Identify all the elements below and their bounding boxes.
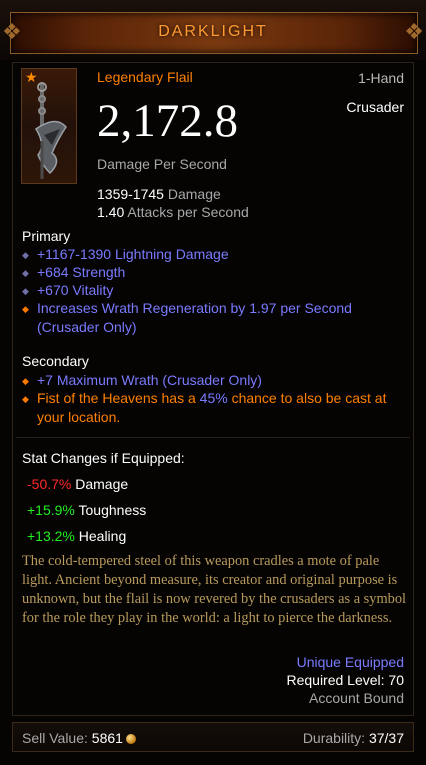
flail-icon (34, 82, 67, 179)
attack-speed: 1.40 Attacks per Second (97, 204, 249, 220)
primary-legendary-affix: ◆ Increases Wrath Regeneration by 1.97 pe… (22, 300, 352, 335)
primary-affix: ◆ +670 Vitality (22, 282, 114, 298)
secondary-legendary-affix: ◆ Fist of the Heavens has a 45% chance to… (22, 390, 387, 425)
item-tooltip: ❖ ❖ DARKLIGHT ★ Legendary Flail 1-Hand C… (0, 0, 426, 765)
secondary-affix: ◆ +7 Maximum Wrath (Crusader Only) (22, 372, 262, 388)
divider (16, 437, 410, 438)
account-bound: Account Bound (309, 690, 404, 706)
dps-label: Damage Per Second (97, 156, 227, 172)
damage-range-value: 1359-1745 (97, 186, 164, 202)
dps-value: 2,172.8 (97, 95, 238, 147)
primary-affix: ◆ +1167-1390 Lightning Damage (22, 246, 229, 262)
primary-affix: ◆ +684 Strength (22, 264, 126, 280)
durability: Durability: 37/37 (302, 730, 404, 746)
item-type: Legendary Flail (97, 69, 193, 85)
damage-range-label: Damage (167, 186, 221, 202)
attack-speed-value: 1.40 (97, 204, 125, 220)
legendary-bullet-icon: ◆ (22, 304, 29, 314)
stat-changes-heading: Stat Changes if Equipped: (22, 450, 185, 466)
diamond-bullet-icon: ◆ (22, 268, 29, 278)
flavor-text: The cold-tempered steel of this weapon c… (22, 553, 407, 626)
gold-coin-icon (125, 734, 136, 744)
stat-change-healing: +13.2% Healing (27, 528, 127, 544)
damage-range: 1359-1745 Damage (97, 186, 221, 202)
unique-equipped: Unique Equipped (296, 654, 404, 670)
diamond-bullet-icon: ◆ (22, 250, 29, 260)
class-restriction: Crusader (346, 99, 404, 115)
secondary-heading: Secondary (22, 353, 89, 369)
primary-heading: Primary (22, 228, 71, 244)
item-image: ★ (21, 68, 77, 184)
tooltip-header: ❖ ❖ DARKLIGHT (0, 0, 426, 60)
attack-speed-label: Attacks per Second (127, 204, 249, 220)
legendary-star-icon: ★ (25, 69, 38, 85)
diamond-bullet-icon: ◆ (22, 286, 29, 296)
required-level: Required Level: 70 (286, 672, 404, 688)
item-slot-type: 1-Hand (358, 70, 404, 86)
legendary-bullet-icon: ◆ (22, 394, 29, 404)
stat-change-toughness: +15.9% Toughness (27, 502, 147, 518)
legendary-bullet-icon: ◆ (22, 376, 29, 386)
sell-value: Sell Value: 5861 (22, 730, 136, 746)
stat-change-damage: -50.7% Damage (27, 476, 129, 492)
item-name: DARKLIGHT (158, 23, 268, 40)
